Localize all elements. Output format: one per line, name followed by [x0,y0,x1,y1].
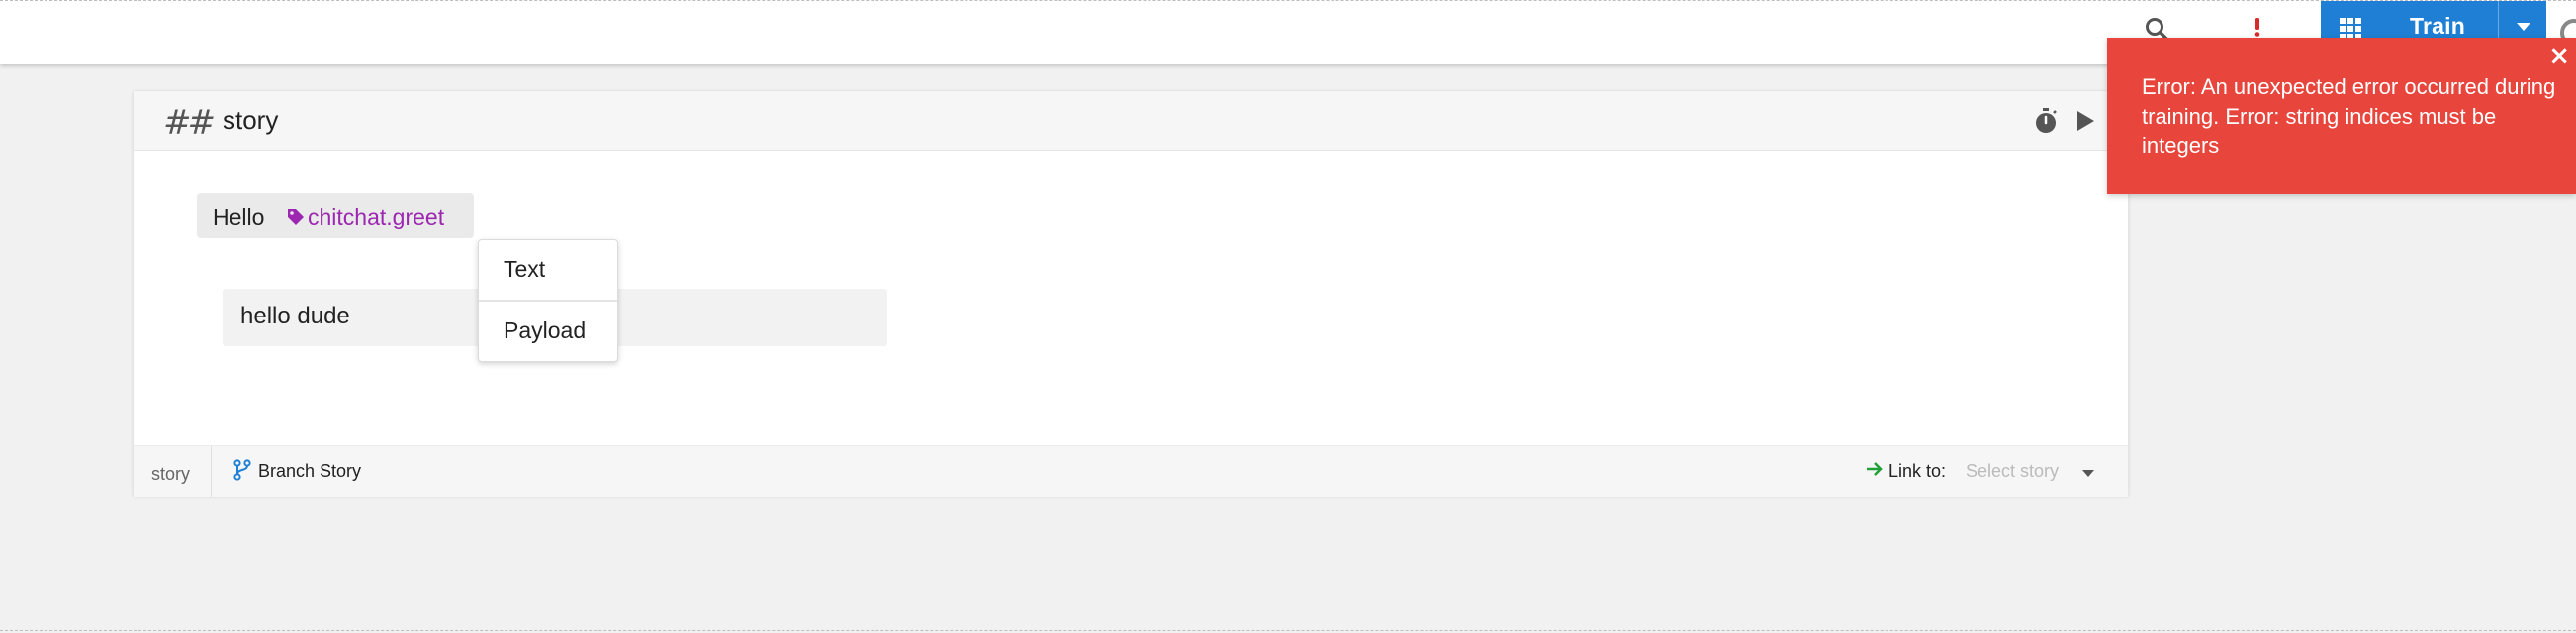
stopwatch-icon[interactable] [2033,107,2059,135]
close-icon[interactable]: × [2548,44,2570,69]
error-message: Error: An unexpected error occurred duri… [2142,74,2556,158]
menu-item-label: Payload [504,317,587,343]
story-title[interactable]: story [223,105,278,136]
chevron-down-icon[interactable] [2082,470,2094,477]
user-utterance[interactable]: Hello chitchat.greet [197,193,474,238]
error-toast: × Error: An unexpected error occurred du… [2107,38,2576,194]
response-type-menu: Text Payload [478,239,618,362]
footer-story-label: story [151,464,191,484]
intent-label[interactable]: chitchat.greet [308,204,444,230]
arrow-right-icon [1867,462,1883,476]
story-footer: story Branch Story Link to: Select story [134,445,2128,497]
branch-story-button[interactable]: Branch Story [258,461,361,482]
train-button[interactable]: Train [2410,13,2465,40]
footer-story-tab[interactable]: story [134,446,212,497]
menu-item-text[interactable]: Text [479,240,617,298]
alert-icon[interactable] [2244,13,2271,41]
menu-item-label: Text [504,256,546,282]
response-text: hello dude [240,303,350,329]
menu-item-payload[interactable]: Payload [479,300,617,359]
play-icon[interactable] [2074,109,2096,133]
link-to-label: Link to: [1888,461,1947,481]
story-card: ## story Hello chitchat.greet hello dude… [133,90,2129,497]
branch-icon[interactable] [232,459,252,481]
select-story-dropdown[interactable]: Select story [1966,461,2059,482]
story-header: ## story [134,91,2128,151]
utterance-text: Hello [213,204,265,229]
viewport-edge [0,630,2576,631]
story-hash-icon: ## [163,103,216,142]
tag-icon [288,209,304,225]
